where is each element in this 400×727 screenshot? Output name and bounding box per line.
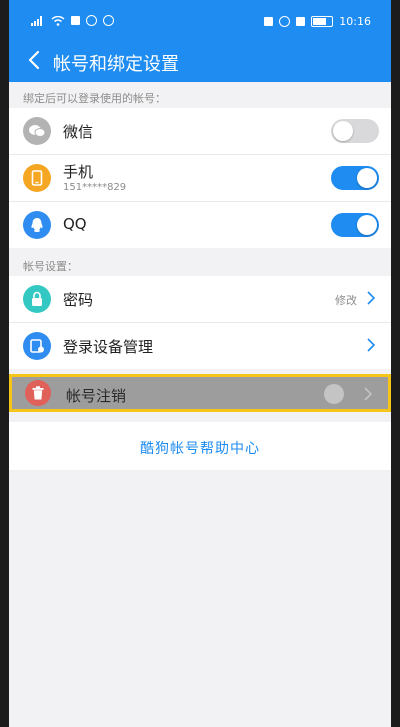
- toggle-knob: [357, 215, 377, 235]
- toggle-knob: [333, 121, 353, 141]
- phone-label: 手机: [63, 163, 94, 181]
- wechat-label: 微信: [63, 123, 94, 141]
- password-label: 密码: [63, 291, 94, 309]
- lock-icon: [23, 285, 51, 313]
- status-right: 10:16: [264, 15, 371, 28]
- wechat-row[interactable]: 微信: [9, 108, 391, 155]
- phone-toggle[interactable]: [331, 166, 379, 190]
- wechat-icon: [23, 117, 51, 145]
- phone-icon: [23, 164, 51, 192]
- status-bar: 10:16: [9, 0, 391, 38]
- phone-screen: 10:16 帐号和绑定设置 绑定后可以登录使用的帐号： 微信 手机 151***…: [9, 0, 391, 727]
- app-bar: 帐号和绑定设置: [9, 38, 391, 82]
- binding-group: 微信 手机 151*****829 QQ: [9, 108, 391, 248]
- trash-icon: [25, 380, 51, 406]
- chevron-right-icon: [367, 291, 375, 305]
- device-management-row[interactable]: 登录设备管理: [9, 323, 391, 369]
- chevron-right-icon: [364, 387, 372, 401]
- blocked-icon: [86, 15, 97, 26]
- account-group: 密码 修改 登录设备管理: [9, 276, 391, 369]
- phone-row[interactable]: 手机 151*****829: [9, 155, 391, 202]
- help-center-box: 酷狗帐号帮助中心: [9, 422, 391, 470]
- account-cancel-label: 帐号注销: [66, 387, 127, 405]
- ghost-toggle-knob: [324, 384, 344, 404]
- wechat-toggle[interactable]: [331, 119, 379, 143]
- qq-toggle[interactable]: [331, 213, 379, 237]
- vibrate-icon: [296, 17, 306, 26]
- sync-icon: [103, 15, 114, 26]
- wifi-icon: [51, 15, 65, 26]
- account-cancel-row[interactable]: 帐号注销: [9, 374, 391, 412]
- alarm-icon: [279, 16, 291, 27]
- battery-icon: [311, 16, 334, 27]
- help-center-link[interactable]: 酷狗帐号帮助中心: [9, 438, 391, 458]
- page-title: 帐号和绑定设置: [53, 54, 179, 75]
- binding-section-label: 绑定后可以登录使用的帐号：: [23, 92, 166, 105]
- nfc-icon: [264, 17, 274, 26]
- qq-icon: [23, 211, 51, 239]
- password-row[interactable]: 密码 修改: [9, 276, 391, 323]
- back-arrow-icon[interactable]: [23, 47, 47, 73]
- notification-icon: [71, 16, 80, 25]
- device-management-label: 登录设备管理: [63, 338, 154, 356]
- toggle-knob: [357, 168, 377, 188]
- signal-icon: [31, 15, 42, 26]
- status-left: [31, 15, 114, 26]
- phone-number: 151*****829: [63, 182, 127, 193]
- status-time: 10:16: [339, 15, 371, 28]
- password-modify-label: 修改: [335, 294, 357, 307]
- chevron-right-icon: [367, 338, 375, 352]
- account-section-label: 帐号设置：: [23, 260, 78, 273]
- qq-label: QQ: [63, 215, 87, 233]
- qq-row[interactable]: QQ: [9, 202, 391, 248]
- device-icon: [23, 332, 51, 360]
